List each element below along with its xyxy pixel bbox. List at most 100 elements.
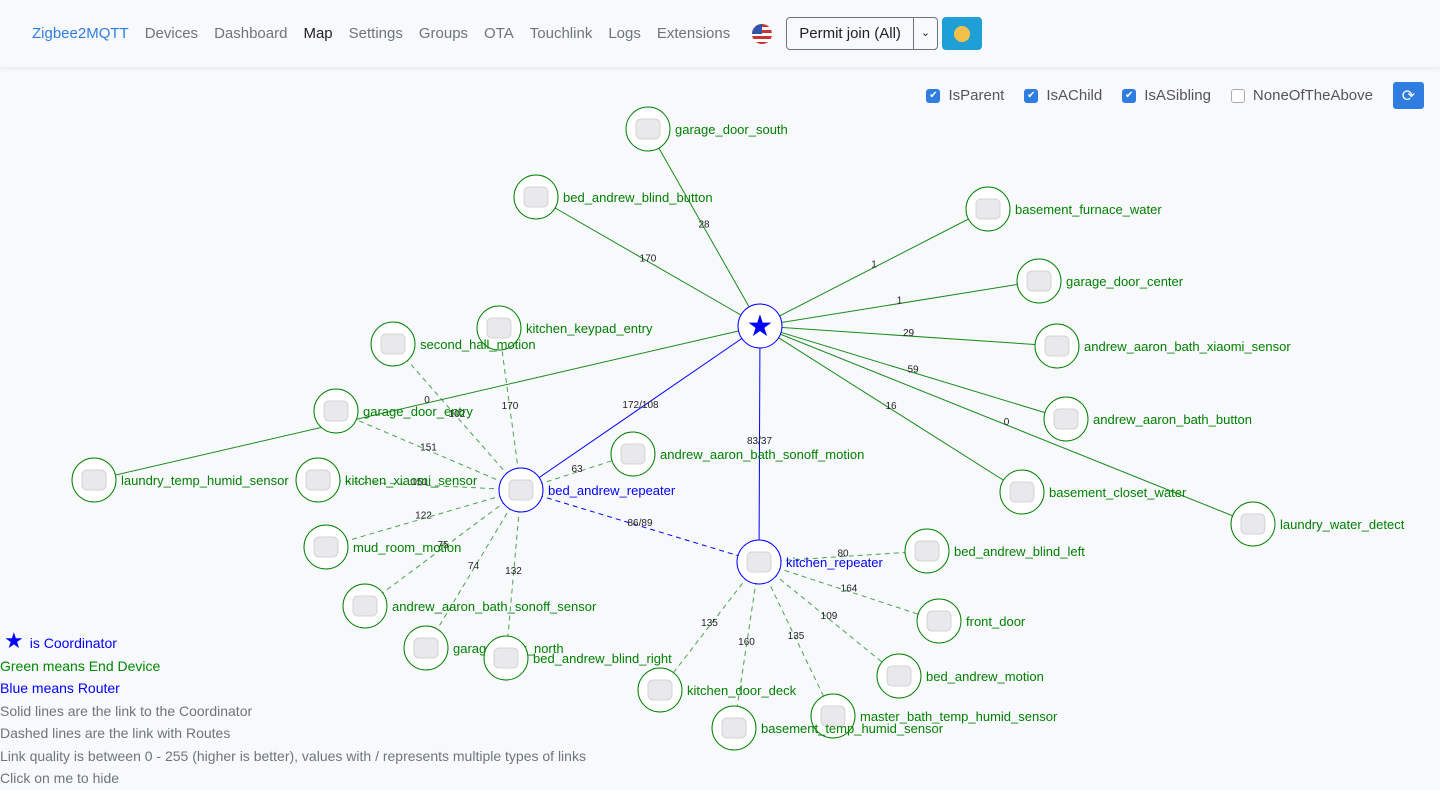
legend-router: Blue means Router — [0, 680, 120, 696]
device-node[interactable]: kitchen_door_deck — [637, 667, 797, 713]
coordinator-node[interactable]: ★ — [737, 303, 783, 349]
device-node[interactable]: bed_andrew_blind_left — [904, 528, 1085, 574]
device-image-icon — [1026, 270, 1052, 292]
device-image-icon — [746, 551, 772, 573]
device-node[interactable]: front_door — [916, 598, 1026, 644]
device-node[interactable]: andrew_aaron_bath_sonoff_motion — [610, 431, 864, 477]
link-quality-label: 135 — [701, 618, 718, 629]
device-label[interactable]: laundry_temp_humid_sensor — [121, 473, 289, 488]
device-label[interactable]: basement_furnace_water — [1015, 202, 1162, 217]
link-quality-label: 59 — [907, 365, 919, 376]
device-node[interactable]: bed_andrew_repeater — [498, 467, 676, 513]
device-image-icon — [886, 665, 912, 687]
link-quality-label: 63 — [571, 464, 583, 475]
link-quality-label: 16 — [885, 401, 897, 412]
link-quality-label: 74 — [468, 561, 480, 572]
device-label[interactable]: kitchen_door_deck — [687, 683, 797, 698]
device-image-icon — [914, 540, 940, 562]
link-quality-label: 28 — [698, 220, 710, 231]
device-label[interactable]: bed_andrew_blind_button — [563, 190, 713, 205]
device-node[interactable]: bed_andrew_motion — [876, 653, 1044, 699]
device-node[interactable]: basement_closet_water — [999, 469, 1187, 515]
device-node[interactable]: kitchen_xiaomi_sensor — [295, 457, 478, 503]
device-node[interactable]: garage_door_center — [1016, 258, 1184, 304]
device-label[interactable]: mud_room_motion — [353, 540, 461, 555]
link-quality-label: 109 — [821, 611, 838, 622]
device-label[interactable]: front_door — [966, 614, 1026, 629]
device-image-icon — [1044, 335, 1070, 357]
device-node[interactable]: garage_door_south — [625, 106, 788, 152]
device-node[interactable]: andrew_aaron_bath_sonoff_sensor — [342, 583, 597, 629]
device-image-icon — [635, 118, 661, 140]
device-image-icon — [975, 198, 1001, 220]
legend-solid: Solid lines are the link to the Coordina… — [0, 702, 253, 719]
device-label[interactable]: kitchen_repeater — [786, 555, 884, 570]
device-label[interactable]: basement_temp_humid_sensor — [761, 721, 944, 736]
device-image-icon — [508, 479, 534, 501]
device-label[interactable]: bed_andrew_blind_left — [954, 544, 1085, 559]
device-label[interactable]: garage_door_center — [1066, 274, 1184, 289]
link-quality-label: 172/108 — [622, 400, 659, 411]
device-label[interactable]: kitchen_xiaomi_sensor — [345, 473, 478, 488]
device-label[interactable]: andrew_aaron_bath_sonoff_motion — [660, 447, 864, 462]
device-label[interactable]: andrew_aaron_bath_sonoff_sensor — [392, 599, 597, 614]
legend-lqi: Link quality is between 0 - 255 (higher … — [0, 747, 586, 764]
link-quality-label: 160 — [738, 637, 755, 648]
device-image-icon — [81, 469, 107, 491]
device-image-icon — [1240, 513, 1266, 535]
link-quality-label: 83/37 — [747, 436, 772, 447]
device-node[interactable]: kitchen_repeater — [736, 539, 884, 585]
device-image-icon — [486, 317, 512, 339]
device-label[interactable]: garage_door_entry — [363, 404, 473, 419]
device-node[interactable]: andrew_aaron_bath_xiaomi_sensor — [1034, 323, 1291, 369]
link-quality-label: 86/89 — [627, 518, 652, 529]
star-icon: ★ — [4, 628, 24, 653]
link-quality-label: 170 — [502, 401, 519, 412]
device-node[interactable]: garage_door_entry — [313, 388, 473, 434]
device-node[interactable]: mud_room_motion — [303, 524, 461, 570]
device-label[interactable]: garage_door_south — [675, 122, 788, 137]
device-image-icon — [313, 536, 339, 558]
link-quality-label: 122 — [415, 511, 432, 522]
legend[interactable]: ★ is Coordinator Green means End Device B… — [0, 628, 586, 790]
link-quality-label: 1 — [897, 296, 903, 307]
device-image-icon — [721, 717, 747, 739]
device-node[interactable]: andrew_aaron_bath_button — [1043, 396, 1252, 442]
link-quality-label: 151 — [420, 443, 437, 454]
device-image-icon — [380, 333, 406, 355]
link-quality-label: 164 — [841, 584, 858, 595]
device-node[interactable]: laundry_temp_humid_sensor — [71, 457, 289, 503]
device-label[interactable]: bed_andrew_motion — [926, 669, 1044, 684]
star-icon: ★ — [747, 310, 774, 343]
device-image-icon — [352, 595, 378, 617]
device-label[interactable]: basement_closet_water — [1049, 485, 1187, 500]
legend-dashed: Dashed lines are the link with Routes — [0, 725, 231, 741]
legend-text: is Coordinator — [29, 635, 117, 651]
device-image-icon — [1053, 408, 1079, 430]
link-quality-label: 135 — [788, 631, 805, 642]
link-quality-label: 170 — [640, 254, 657, 265]
device-label[interactable]: second_hall_motion — [420, 337, 536, 352]
legend-end-device: Green means End Device — [0, 657, 161, 674]
device-image-icon — [647, 679, 673, 701]
device-image-icon — [1009, 481, 1035, 503]
legend-hide[interactable]: Click on me to hide — [0, 767, 586, 790]
device-node[interactable]: bed_andrew_blind_button — [513, 174, 713, 220]
link-quality-label: 1 — [871, 260, 877, 271]
link-quality-label: 29 — [903, 328, 915, 339]
device-image-icon — [926, 610, 952, 632]
device-image-icon — [523, 186, 549, 208]
legend-coordinator: ★ is Coordinator — [0, 628, 586, 655]
device-node[interactable]: laundry_water_detect — [1230, 501, 1405, 547]
device-label[interactable]: laundry_water_detect — [1280, 517, 1405, 532]
link-quality-label: 132 — [505, 566, 522, 577]
device-label[interactable]: kitchen_keypad_entry — [526, 321, 653, 336]
device-label[interactable]: bed_andrew_repeater — [548, 483, 676, 498]
device-image-icon — [620, 443, 646, 465]
device-node[interactable]: basement_furnace_water — [965, 186, 1162, 232]
device-label[interactable]: andrew_aaron_bath_button — [1093, 412, 1252, 427]
device-image-icon — [323, 400, 349, 422]
device-label[interactable]: andrew_aaron_bath_xiaomi_sensor — [1084, 339, 1291, 354]
device-image-icon — [305, 469, 331, 491]
link-quality-label: 0 — [1004, 417, 1010, 428]
